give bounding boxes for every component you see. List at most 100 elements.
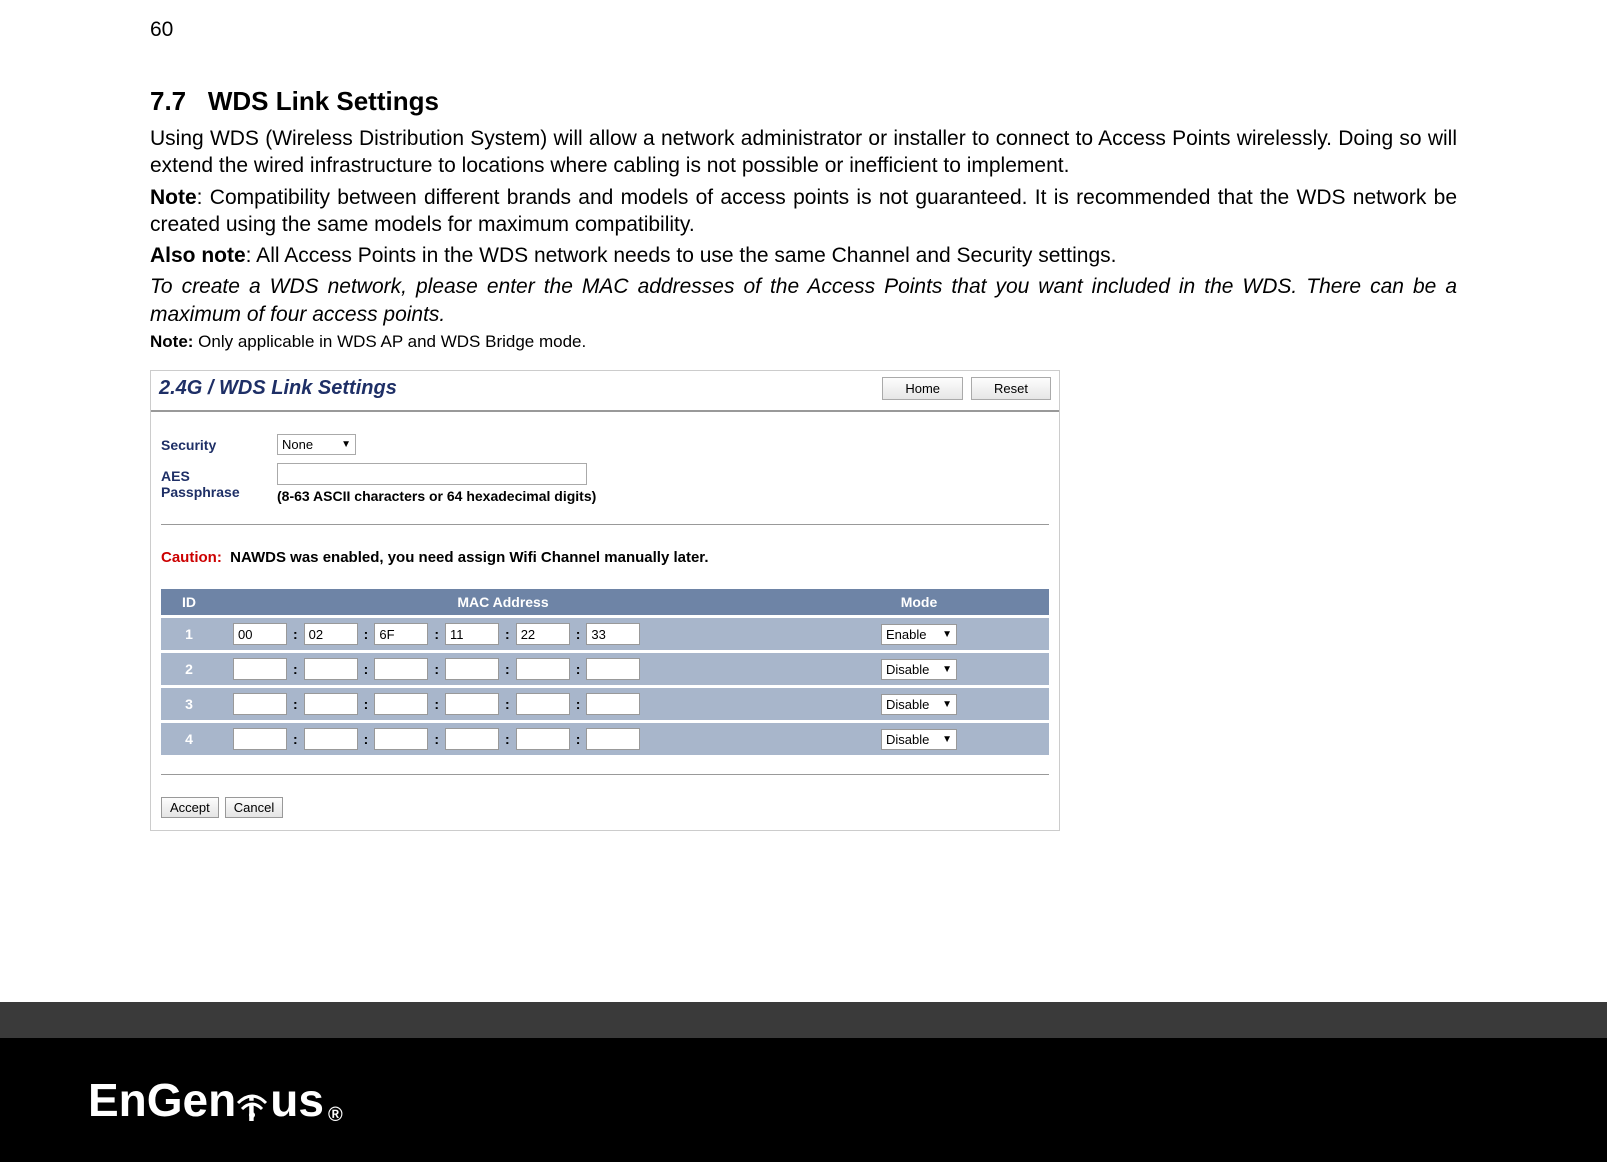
table-row: 4::::: Disable▼ xyxy=(161,723,1049,755)
mac-octet-input[interactable] xyxy=(304,728,358,750)
section-heading: 7.7 WDS Link Settings xyxy=(150,86,1457,117)
mac-cell: ::::: xyxy=(217,653,789,685)
mode-cell: Disable▼ xyxy=(789,653,1049,685)
mac-octet-input[interactable] xyxy=(374,623,428,645)
chevron-down-icon: ▼ xyxy=(341,439,351,450)
colon-separator: : xyxy=(432,661,441,677)
row-id: 3 xyxy=(161,688,217,720)
mode-select[interactable]: Disable▼ xyxy=(881,729,957,750)
colon-separator: : xyxy=(291,731,300,747)
colon-separator: : xyxy=(574,731,583,747)
mac-cell: ::::: xyxy=(217,688,789,720)
colon-separator: : xyxy=(362,626,371,642)
row-id: 4 xyxy=(161,723,217,755)
mac-octet-input[interactable] xyxy=(374,728,428,750)
aes-passphrase-input[interactable] xyxy=(277,463,587,485)
mac-octet-input[interactable] xyxy=(233,658,287,680)
colon-separator: : xyxy=(362,661,371,677)
security-label: Security xyxy=(151,430,271,459)
cancel-button[interactable]: Cancel xyxy=(225,797,283,818)
row-id: 1 xyxy=(161,618,217,650)
reset-button[interactable]: Reset xyxy=(971,377,1051,400)
col-id: ID xyxy=(161,589,217,615)
mac-octet-input[interactable] xyxy=(445,658,499,680)
page-number: 60 xyxy=(150,18,1457,42)
colon-separator: : xyxy=(503,731,512,747)
table-row: 3:::::Disable▼ xyxy=(161,688,1049,720)
mac-octet-input[interactable] xyxy=(304,623,358,645)
table-row: 2:::::Disable▼ xyxy=(161,653,1049,685)
mode-value: Disable xyxy=(886,732,929,747)
mac-octet-input[interactable] xyxy=(586,658,640,680)
colon-separator: : xyxy=(432,696,441,712)
table-row: 1:::::Enable ▼ xyxy=(161,618,1049,650)
security-select[interactable]: None ▼ xyxy=(277,434,356,455)
colon-separator: : xyxy=(574,661,583,677)
mac-octet-input[interactable] xyxy=(586,623,640,645)
mac-octet-input[interactable] xyxy=(304,693,358,715)
also-note-text: : All Access Points in the WDS network n… xyxy=(246,244,1117,267)
mac-octet-input[interactable] xyxy=(516,693,570,715)
mac-octet-input[interactable] xyxy=(586,728,640,750)
aes-hint: (8-63 ASCII characters or 64 hexadecimal… xyxy=(277,488,1053,504)
mac-octet-input[interactable] xyxy=(516,623,570,645)
caution-line: Caution: NAWDS was enabled, you need ass… xyxy=(151,525,1059,580)
logo-gen: Gen xyxy=(147,1073,236,1127)
mode-value: Disable xyxy=(886,662,929,677)
small-note-text: Only applicable in WDS AP and WDS Bridge… xyxy=(193,332,586,351)
security-value: None xyxy=(282,437,313,452)
colon-separator: : xyxy=(574,696,583,712)
mac-octet-input[interactable] xyxy=(374,658,428,680)
mode-cell: Disable▼ xyxy=(789,688,1049,720)
footer: EnGen i us® xyxy=(0,1038,1607,1162)
colon-separator: : xyxy=(432,626,441,642)
mac-octet-input[interactable] xyxy=(374,693,428,715)
logo-us: us xyxy=(270,1073,324,1127)
colon-separator: : xyxy=(291,696,300,712)
mac-octet-input[interactable] xyxy=(304,658,358,680)
small-note-label: Note: xyxy=(150,332,193,351)
mode-select[interactable]: Disable▼ xyxy=(881,659,957,680)
home-button[interactable]: Home xyxy=(882,377,963,400)
colon-separator: : xyxy=(503,696,512,712)
mac-cell: ::::: xyxy=(217,618,789,650)
svg-text:i: i xyxy=(247,1092,256,1121)
chevron-down-icon: ▼ xyxy=(942,699,952,710)
section-number: 7.7 xyxy=(150,86,186,116)
mac-octet-input[interactable] xyxy=(516,728,570,750)
mac-address-table: ID MAC Address Mode 1:::::Enable▼2:::::D… xyxy=(161,586,1049,758)
note-paragraph: Note: Compatibility between different br… xyxy=(150,184,1457,239)
col-mode: Mode xyxy=(789,589,1049,615)
colon-separator: : xyxy=(291,626,300,642)
registered-icon: ® xyxy=(328,1104,343,1127)
mac-octet-input[interactable] xyxy=(233,623,287,645)
colon-separator: : xyxy=(362,731,371,747)
accept-button[interactable]: Accept xyxy=(161,797,219,818)
colon-separator: : xyxy=(574,626,583,642)
colon-separator: : xyxy=(291,661,300,677)
mac-octet-input[interactable] xyxy=(586,693,640,715)
colon-separator: : xyxy=(432,731,441,747)
col-mac: MAC Address xyxy=(217,589,789,615)
row-id: 2 xyxy=(161,653,217,685)
engenius-logo: EnGen i us® xyxy=(88,1073,343,1127)
mac-octet-input[interactable] xyxy=(445,623,499,645)
colon-separator: : xyxy=(362,696,371,712)
mac-octet-input[interactable] xyxy=(445,693,499,715)
intro-paragraph: Using WDS (Wireless Distribution System)… xyxy=(150,125,1457,180)
chevron-down-icon: ▼ xyxy=(942,629,952,640)
also-note-paragraph: Also note: All Access Points in the WDS … xyxy=(150,242,1457,269)
mac-octet-input[interactable] xyxy=(445,728,499,750)
mode-select[interactable]: Enable ▼ xyxy=(881,624,957,645)
italic-instruction: To create a WDS network, please enter th… xyxy=(150,273,1457,328)
mac-octet-input[interactable] xyxy=(516,658,570,680)
footer-strip xyxy=(0,1002,1607,1038)
note-text: : Compatibility between different brands… xyxy=(150,186,1457,236)
mac-octet-input[interactable] xyxy=(233,728,287,750)
colon-separator: : xyxy=(503,661,512,677)
also-note-label: Also note xyxy=(150,244,246,267)
mode-value: Enable xyxy=(886,627,926,642)
mode-select[interactable]: Disable▼ xyxy=(881,694,957,715)
mac-octet-input[interactable] xyxy=(233,693,287,715)
panel-title: 2.4G / WDS Link Settings xyxy=(159,377,397,400)
